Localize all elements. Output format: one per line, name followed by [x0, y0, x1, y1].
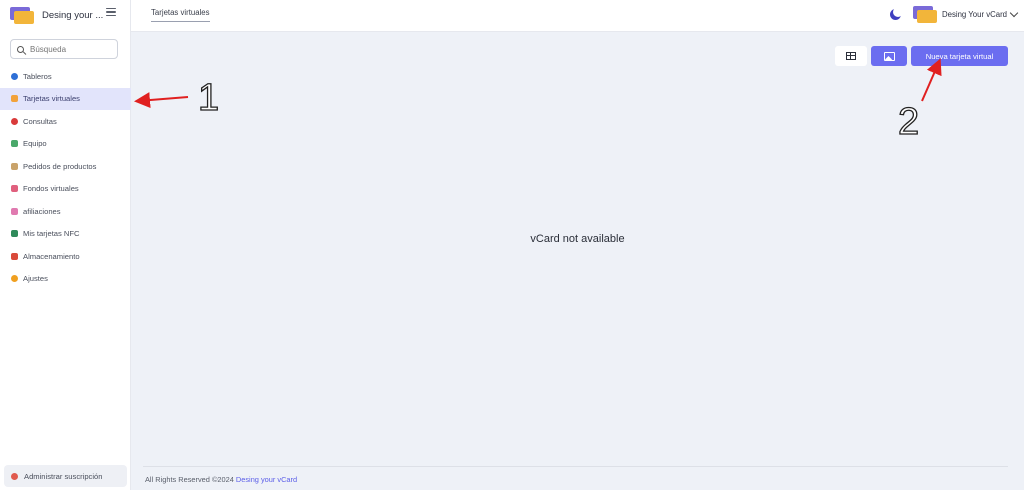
annotation-label-1: 1	[198, 77, 219, 119]
annotation-label-2: 2	[898, 101, 919, 143]
annotation-arrow-1	[134, 92, 189, 109]
annotation-overlay: 1 2	[134, 58, 942, 144]
annotation-arrow-2	[921, 58, 942, 102]
